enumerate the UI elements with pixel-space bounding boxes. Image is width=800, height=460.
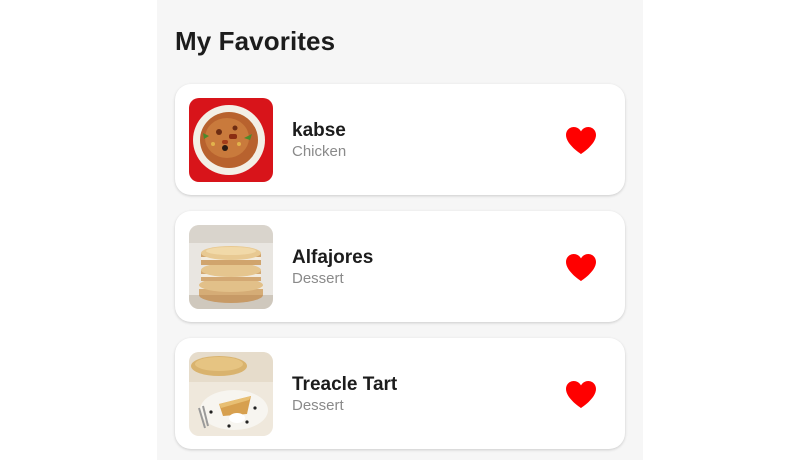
meal-image-alfajores bbox=[189, 225, 273, 309]
favorite-toggle-button[interactable] bbox=[562, 249, 600, 285]
meal-thumbnail bbox=[189, 352, 273, 436]
meal-thumbnail bbox=[189, 225, 273, 309]
meal-name: Alfajores bbox=[292, 247, 374, 268]
heart-icon bbox=[566, 380, 596, 408]
favorite-toggle-button[interactable] bbox=[562, 122, 600, 158]
page-title: My Favorites bbox=[175, 26, 336, 56]
heart-icon bbox=[566, 126, 596, 154]
meal-category: Dessert bbox=[292, 397, 344, 414]
heart-icon bbox=[566, 253, 596, 281]
meal-category: Chicken bbox=[292, 143, 347, 160]
meal-image-treacle-tart bbox=[189, 352, 273, 436]
favorite-card[interactable]: Alfajores Dessert bbox=[175, 211, 625, 322]
favorite-card[interactable]: kabse Chicken bbox=[175, 84, 625, 195]
meal-thumbnail bbox=[189, 98, 273, 182]
favorite-toggle-button[interactable] bbox=[562, 376, 600, 412]
meal-name: kabse bbox=[292, 120, 346, 141]
favorite-card[interactable]: Treacle Tart Dessert bbox=[175, 338, 625, 449]
meal-category: Dessert bbox=[292, 270, 344, 287]
meal-name: Treacle Tart bbox=[292, 374, 398, 395]
favorites-screen: My Favorites kabse Chicken Alfajores Des… bbox=[157, 0, 643, 460]
meal-image-kabse bbox=[189, 98, 273, 182]
